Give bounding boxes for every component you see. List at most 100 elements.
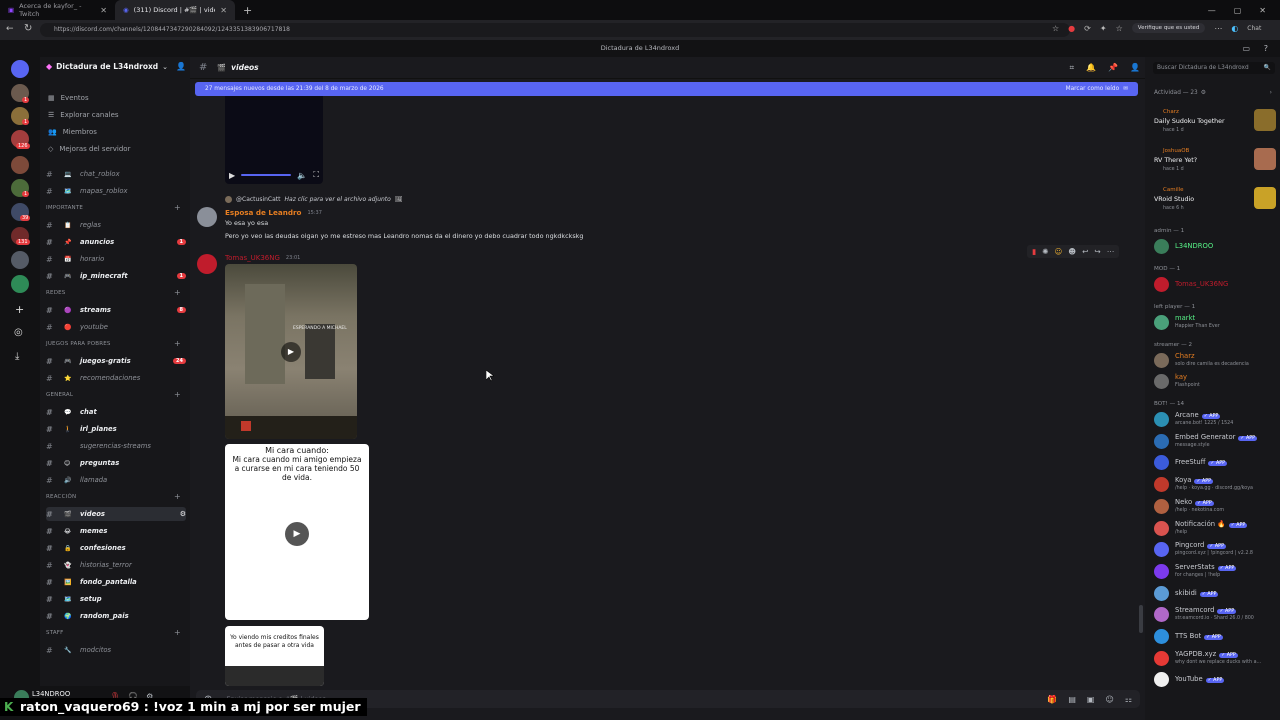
more-icon[interactable]: ⋯ — [1107, 247, 1115, 256]
browser-tab-active[interactable]: ◉ (311) Discord | #🎬 | videos | Dictad ✕ — [115, 0, 235, 20]
category-header[interactable]: JUEGOS PARA POBRES + — [46, 339, 181, 348]
member-item[interactable]: skibidi ✓ APP — [1154, 584, 1274, 604]
category-header[interactable]: GENERAL + — [46, 390, 181, 399]
add-server-icon[interactable]: + — [15, 303, 24, 316]
activity-item[interactable]: JoshuaOB RV There Yet? hace 1 d — [1154, 148, 1276, 182]
close-window-icon[interactable]: ✕ — [1259, 6, 1266, 15]
avatar[interactable] — [197, 207, 217, 227]
chat-chip[interactable]: Chat — [1247, 25, 1261, 32]
channel-item[interactable]: # 💻 chat_roblox — [46, 167, 186, 181]
gif-icon[interactable]: ▤ — [1068, 695, 1076, 704]
threads-icon[interactable]: ⌗ — [1070, 63, 1075, 73]
server-icon[interactable] — [11, 275, 29, 293]
maximize-icon[interactable]: ▢ — [1234, 6, 1242, 15]
channel-item[interactable]: # 🚶 irl_planes — [46, 422, 186, 436]
close-tab-icon[interactable]: ✕ — [220, 6, 227, 15]
author-name[interactable]: Tomas_UK36NG — [225, 254, 280, 262]
server-boost-link[interactable]: ◇ Mejoras del servidor — [48, 140, 183, 157]
reload-icon[interactable]: ↻ — [24, 23, 32, 34]
minimize-icon[interactable]: — — [1208, 6, 1216, 15]
member-item[interactable]: Tomas_UK36NG — [1154, 275, 1274, 295]
inbox-icon[interactable]: ▭ — [1242, 40, 1250, 57]
member-item[interactable]: ServerStats ✓ APP for changes | !help — [1154, 562, 1274, 582]
address-bar[interactable]: https://discord.com/channels/12084473472… — [40, 23, 1070, 37]
emoji-picker-icon[interactable]: ☺ — [1105, 695, 1113, 704]
members-link[interactable]: 👥 Miembros — [48, 123, 183, 140]
channel-item[interactable]: # 🔧 modcitos — [46, 643, 186, 657]
add-channel-icon[interactable]: + — [174, 390, 181, 399]
channel-item[interactable]: # 🌍 random_pais — [46, 609, 186, 623]
server-icon[interactable] — [11, 156, 29, 174]
member-item[interactable]: Pingcord ✓ APP pingcord.xyz | !pingcord | … — [1154, 540, 1274, 560]
add-channel-icon[interactable]: + — [174, 288, 181, 297]
emoji-icon[interactable]: ☺ — [1054, 247, 1062, 256]
verify-chip[interactable]: Verifique que es usted — [1131, 23, 1206, 33]
video-attachment[interactable]: ESPERANDO A MICHAEL ▶ — [225, 264, 357, 439]
extension-icon[interactable]: ● — [1068, 24, 1075, 33]
activity-item[interactable]: Charz Daily Sudoku Together hace 1 d — [1154, 109, 1276, 143]
channel-item[interactable]: # ⭐ recomendaciones — [46, 371, 186, 385]
member-list-icon[interactable]: 👤 — [1130, 63, 1140, 72]
meme-video-attachment[interactable]: Mi cara cuando: Mi cara cuando mi amigo … — [225, 444, 369, 620]
channel-item[interactable]: # 😂 memes — [46, 524, 186, 538]
discover-icon[interactable]: ◎ — [14, 327, 23, 338]
back-icon[interactable]: ← — [6, 24, 14, 34]
channel-item[interactable]: # 🖼️ fondo_pantalla — [46, 575, 186, 589]
add-channel-icon[interactable]: + — [174, 628, 181, 637]
channel-item[interactable]: # 🗺️ setup — [46, 592, 186, 606]
forward-icon[interactable]: ↪ — [1094, 247, 1100, 256]
download-icon[interactable]: ⤓ — [15, 351, 19, 362]
add-member-icon[interactable]: 👤 — [176, 62, 186, 71]
sticker-icon[interactable]: ▣ — [1087, 695, 1095, 704]
channel-item[interactable]: # 🔊 llamada — [46, 473, 186, 487]
bookmarks-icon[interactable]: ☆ — [1116, 24, 1123, 33]
category-header[interactable]: STAFF + — [46, 628, 181, 637]
activity-header[interactable]: Actividad — 23 ⚙ › — [1154, 90, 1272, 96]
member-item[interactable]: L34NDROO — [1154, 237, 1274, 257]
bell-icon[interactable]: 🔔 — [1086, 63, 1096, 72]
member-item[interactable]: TTS Bot ✓ APP — [1154, 627, 1274, 647]
apps-icon[interactable]: ⚏ — [1125, 695, 1132, 704]
pin-icon[interactable]: 📌 — [1108, 63, 1118, 72]
reply-icon[interactable]: ↩ — [1082, 247, 1088, 256]
video-attachment[interactable]: ▶ 🔈 ⛶ — [225, 96, 323, 184]
member-item[interactable]: markt Happier Than Ever — [1154, 313, 1274, 333]
member-item[interactable]: FreeStuff ✓ APP — [1154, 453, 1274, 473]
volume-icon[interactable]: 🔈 — [297, 171, 307, 180]
browse-channels-link[interactable]: ☰ Explorar canales — [48, 106, 183, 123]
member-item[interactable]: Charz solo dire camila es decadencia — [1154, 351, 1274, 371]
channel-item[interactable]: # 😊 preguntas — [46, 456, 186, 470]
channel-item[interactable]: # 🎬 videos ⚙ — [46, 507, 186, 521]
browser-tab[interactable]: ▣ Acerca de kayfor_ - Twitch ✕ — [0, 0, 115, 20]
video-progress-bar[interactable] — [241, 174, 292, 176]
activity-item[interactable]: Camille VRoid Studio hace 6 h — [1154, 187, 1276, 221]
close-tab-icon[interactable]: ✕ — [100, 6, 107, 15]
channel-item[interactable]: # 🎮 juegos-gratis 24 — [46, 354, 186, 368]
author-name[interactable]: Esposa de Leandro — [225, 208, 301, 217]
channel-item[interactable]: # 💬 chat — [46, 405, 186, 419]
channel-item[interactable]: # 📅 horario — [46, 252, 186, 266]
add-reaction-icon[interactable]: ☻ — [1068, 247, 1076, 256]
category-header[interactable]: REACCIÓN + — [46, 492, 181, 501]
member-item[interactable]: Koya ✓ APP/help · koya.gg · discord.gg/ko… — [1154, 475, 1274, 495]
flag-peru-icon[interactable]: ▮ — [1032, 247, 1036, 256]
member-item[interactable]: Embed Generator ✓ APP message.style — [1154, 432, 1274, 452]
add-channel-icon[interactable]: + — [174, 492, 181, 501]
events-link[interactable]: ▦ Eventos — [48, 89, 183, 106]
avatar[interactable] — [197, 254, 217, 274]
search-input[interactable]: Buscar Dictadura de L34ndroxd 🔍 — [1153, 62, 1275, 74]
server-icon[interactable] — [11, 251, 29, 269]
help-icon[interactable]: ? — [1264, 40, 1268, 57]
new-messages-banner[interactable]: 27 mensajes nuevos desde las 21:39 del 8… — [195, 82, 1138, 96]
channel-item[interactable]: # 🗺️ mapas_roblox — [46, 184, 186, 198]
reaction-icon[interactable]: ✺ — [1042, 247, 1048, 256]
member-item[interactable]: YouTube ✓ APP — [1154, 670, 1274, 690]
discord-home-icon[interactable] — [11, 60, 29, 78]
member-item[interactable]: Streamcord ✓ APP str.eamcord.io · Shard 26… — [1154, 605, 1274, 625]
add-channel-icon[interactable]: + — [174, 339, 181, 348]
reply-reference[interactable]: @CactusinCatt Haz clic para ver el archi… — [225, 196, 402, 203]
star-icon[interactable]: ☆ — [1052, 24, 1059, 33]
copilot-icon[interactable]: ◐ — [1231, 24, 1238, 33]
channel-item[interactable]: # 🎮 ip_minecraft 1 — [46, 269, 186, 283]
server-header[interactable]: ◆ Dictadura de L34ndroxd ⌄ 👤 — [46, 62, 186, 71]
